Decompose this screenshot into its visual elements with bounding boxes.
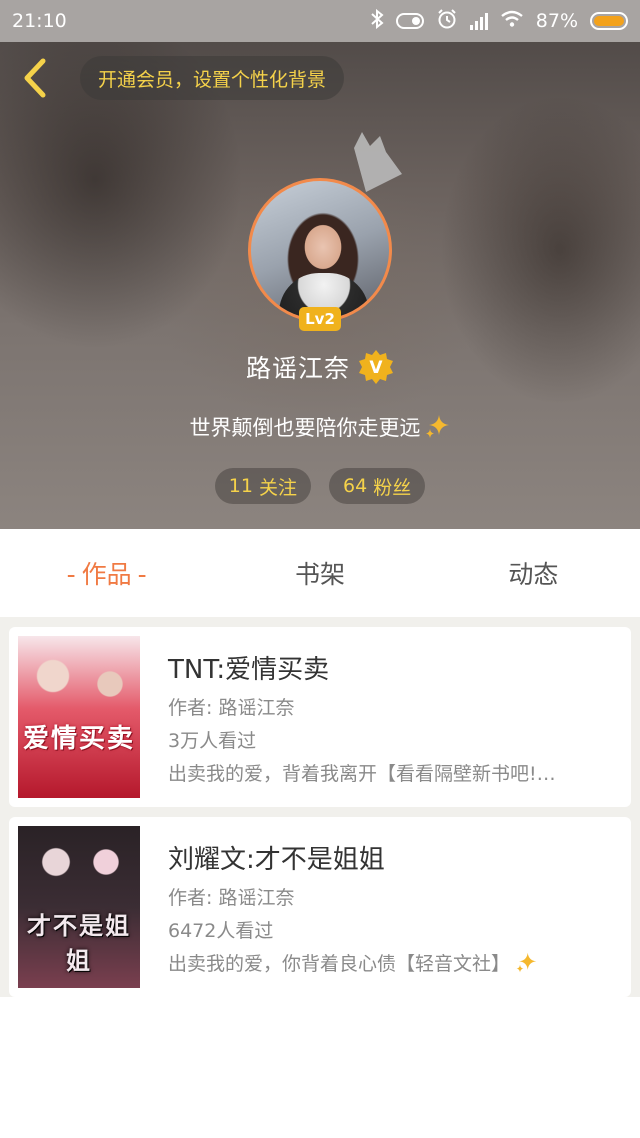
avatar-image [248, 178, 392, 322]
profile-header: 21:10 87% 开通会员，设置个性化背景 Lv2 路谣江奈 V 世界颠倒也要… [0, 0, 640, 529]
avatar[interactable] [248, 178, 392, 322]
following-label: 关注 [258, 476, 297, 499]
level-badge: Lv2 [299, 307, 341, 331]
sparkle-icon [425, 415, 449, 438]
status-time: 21:10 [12, 10, 67, 32]
book-views: 3万人看过 [168, 730, 257, 752]
cover-title: 才不是姐姐 [27, 911, 131, 975]
verified-label: V [369, 358, 383, 378]
book-author: 作者: 路谣江奈 [168, 697, 295, 719]
tab-activity[interactable]: 动态 [427, 555, 640, 591]
bluetooth-icon [370, 8, 384, 33]
tab-label: 书架 [294, 560, 345, 589]
book-cover: 才不是姐姐 [18, 826, 140, 988]
book-author: 作者: 路谣江奈 [168, 887, 295, 909]
book-views: 6472人看过 [168, 920, 274, 942]
cover-title: 爱情买卖 [22, 724, 135, 754]
status-bar: 21:10 87% [0, 0, 640, 42]
tab-works[interactable]: - 作品 - [0, 555, 213, 591]
profile-signature: 世界颠倒也要陪你走更远 [189, 416, 421, 440]
back-button[interactable] [14, 56, 54, 100]
profile-tabs: - 作品 - 书架 动态 [0, 529, 640, 617]
following-count: 11 [228, 475, 253, 497]
followers-button[interactable]: 64 粉丝 [329, 468, 426, 504]
battery-icon [590, 12, 628, 30]
alarm-icon [436, 8, 458, 34]
verified-icon: V [359, 350, 393, 384]
book-description: 出卖我的爱，你背着良心债【轻音文社】 [168, 953, 511, 975]
vip-banner[interactable]: 开通会员，设置个性化背景 [80, 56, 345, 100]
signal-icon [469, 12, 488, 30]
followers-label: 粉丝 [373, 476, 412, 499]
book-cover: 爱情买卖 [18, 636, 140, 798]
toggle-icon [395, 13, 424, 29]
tab-bookshelf[interactable]: 书架 [213, 555, 426, 591]
book-card[interactable]: 爱情买卖 TNT:爱情买卖 作者: 路谣江奈 3万人看过 出卖我的爱，背着我离开… [9, 627, 631, 807]
tab-label: 动态 [508, 560, 559, 589]
sparkle-icon [516, 952, 537, 972]
battery-percent: 87% [535, 10, 578, 32]
tab-label: 作品 [81, 560, 132, 589]
following-button[interactable]: 11 关注 [214, 468, 311, 504]
chevron-left-icon [24, 58, 46, 98]
followers-count: 64 [343, 475, 368, 497]
profile-name: 路谣江奈 [245, 354, 350, 383]
book-title: 刘耀文:才不是姐姐 [168, 845, 385, 875]
book-list: 爱情买卖 TNT:爱情买卖 作者: 路谣江奈 3万人看过 出卖我的爱，背着我离开… [0, 617, 640, 997]
wifi-icon [500, 10, 524, 32]
book-card[interactable]: 才不是姐姐 刘耀文:才不是姐姐 作者: 路谣江奈 6472人看过 出卖我的爱，你… [9, 817, 631, 997]
book-description: 出卖我的爱，背着我离开【看看隔壁新书吧!… [168, 763, 556, 785]
book-title: TNT:爱情买卖 [168, 655, 330, 685]
